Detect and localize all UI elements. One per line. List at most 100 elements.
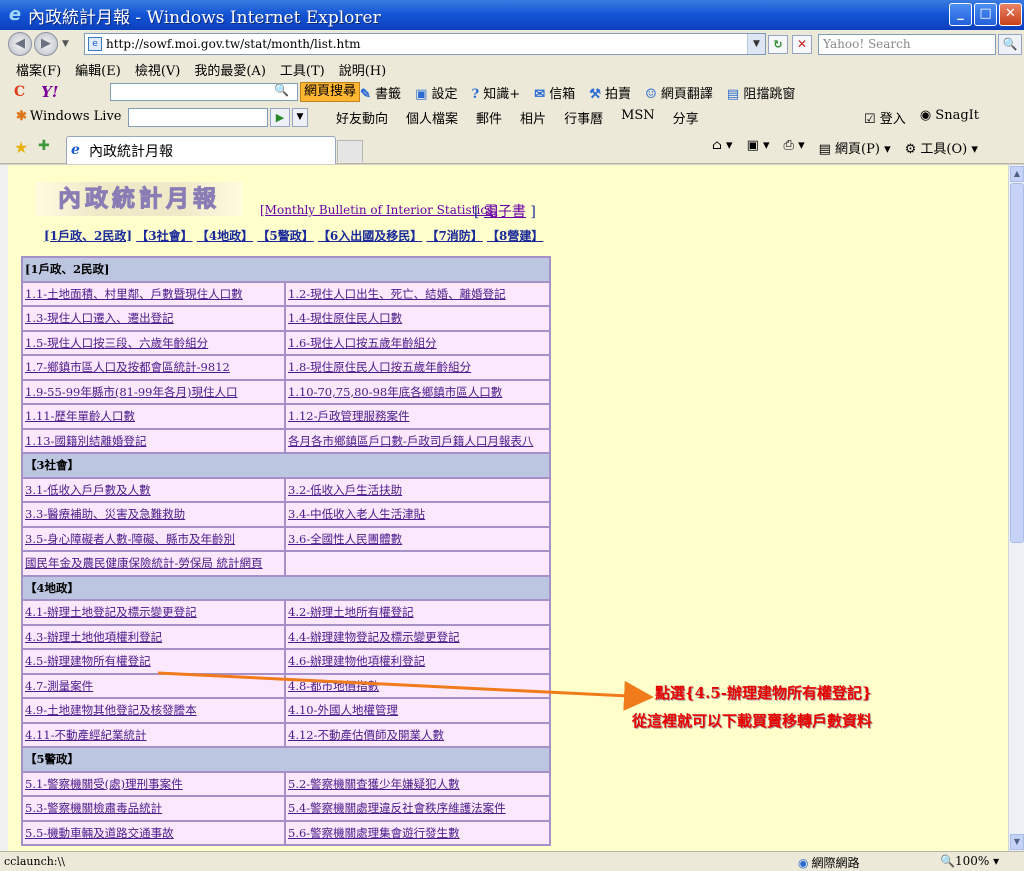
stat-link[interactable]: 5.5-機動車輛及道路交通事故 [25,826,174,840]
stat-link[interactable]: 5.4-警察機關處理違反社會秩序維護法案件 [288,801,506,815]
refresh-button[interactable]: ↻ [768,35,788,54]
stat-link[interactable]: 1.12-戶政管理服務案件 [288,409,410,423]
home-icon[interactable]: ⌂ ▾ [712,138,733,157]
forward-button[interactable]: ▶ [34,32,58,56]
search-input[interactable]: Yahoo! Search [818,34,996,55]
stat-link[interactable]: 5.6-警察機關處理集會遊行發生數 [288,826,460,840]
bulletin-link[interactable]: [Monthly Bulletin of Interior Statistics… [260,203,498,217]
wl-link-share[interactable]: 分享 [673,108,699,127]
stat-link[interactable]: 4.11-不動產經紀業統計 [25,728,147,742]
stat-link[interactable]: 4.7-測量案件 [25,679,93,693]
nav-land[interactable]: 【4地政】 [197,229,253,243]
nav-construction[interactable]: 【8營建】 [487,229,543,243]
nav-fire[interactable]: 【7消防】 [426,229,482,243]
menu-file[interactable]: 檔案(F) [16,60,61,79]
feeds-icon[interactable]: ▣ ▾ [747,138,770,157]
stat-link[interactable]: 4.3-辦理土地他項權利登記 [25,630,162,644]
ebook-link[interactable]: [ 電子書 ] [474,201,536,221]
wl-link-calendar[interactable]: 行事曆 [564,108,603,127]
print-icon[interactable]: ⎙ ▾ [784,138,805,157]
stat-link[interactable]: 1.4-現住原住民人口數 [288,311,402,325]
stat-link[interactable]: 國民年金及農民健康保險統計-勞保局 統計網頁 [25,556,263,570]
scroll-thumb[interactable] [1010,183,1024,543]
menu-help[interactable]: 說明(H) [339,60,386,79]
knowledge-button[interactable]: ? 知識+ [472,83,521,102]
web-search-button[interactable]: 網頁搜尋 [300,82,361,102]
wl-link-profile[interactable]: 個人檔案 [406,108,458,127]
history-dropdown-icon[interactable]: ▼ [62,39,69,49]
vertical-scrollbar[interactable]: ▲ ▼ [1008,165,1024,851]
wl-link-photos[interactable]: 相片 [520,108,546,127]
favorites-star-icon[interactable]: ★ [14,138,28,157]
stat-link[interactable]: 3.2-低收入戶生活扶助 [288,483,402,497]
menu-favorites[interactable]: 我的最愛(A) [194,60,266,79]
scroll-up-icon[interactable]: ▲ [1010,166,1024,182]
menu-edit[interactable]: 編輯(E) [75,60,121,79]
stat-link[interactable]: 各月各市鄉鎮區戶口數-戶政司戶籍人口月報表八 [288,434,533,448]
stat-link[interactable]: 4.4-辦理建物登記及標示變更登記 [288,630,460,644]
windows-live-search-icon[interactable]: ▶ [270,108,290,127]
auction-button[interactable]: ⚒ 拍賣 [589,83,631,102]
page-menu-button[interactable]: ▤ 網頁(P) ▾ [819,138,891,157]
stat-link[interactable]: 4.10-外國人地權管理 [288,703,398,717]
stat-link[interactable]: 1.5-現住人口按三段、六歲年齡組分 [25,336,208,350]
yahoo-logo-icon[interactable]: Y! [41,83,58,101]
stat-link[interactable]: 1.10-70,75,80-98年底各鄉鎮市區人口數 [288,385,502,399]
stat-link[interactable]: 3.4-中低收入老人生活津貼 [288,507,425,521]
wl-link-msn[interactable]: MSN [621,108,655,127]
stat-link[interactable]: 3.5-身心障礙者人數-障礙、縣市及年齡別 [25,532,235,546]
stat-link[interactable]: 5.3-警察機關檢肅毒品統計 [25,801,162,815]
stat-link[interactable]: 4.5-辦理建物所有權登記 [25,654,151,668]
toolbar-options-icon[interactable]: C [14,84,25,100]
stat-link[interactable]: 4.9-土地建物其他登記及核發謄本 [25,703,197,717]
stat-link[interactable]: 1.11-歷年單齡人口數 [25,409,135,423]
wl-link-friends[interactable]: 好友動向 [336,108,388,127]
wl-link-mail[interactable]: 郵件 [476,108,502,127]
stat-link[interactable]: 4.12-不動產估價師及開業人數 [288,728,444,742]
stat-link[interactable]: 3.3-醫療補助、災害及急難救助 [25,507,185,521]
windows-live-search-input[interactable] [128,108,268,127]
translate-button[interactable]: ☺ 網頁翻譯 [645,83,713,102]
popup-blocker-button[interactable]: ▤ 阻擋跳窗 [727,83,795,102]
stat-link[interactable]: 5.1-警察機關受(處)理刑事案件 [25,777,183,791]
stat-link[interactable]: 1.7-鄉鎮市區人口及按都會區統計-9812 [25,360,230,374]
stat-link[interactable]: 4.2-辦理土地所有權登記 [288,605,414,619]
nav-police[interactable]: 【5警政】 [257,229,313,243]
minimize-button[interactable]: _ [949,3,972,26]
back-button[interactable]: ◀ [8,32,32,56]
stop-button[interactable]: ✕ [792,35,812,54]
new-tab-button[interactable] [337,140,363,162]
stat-link[interactable]: 1.6-現住人口按五歲年齡組分 [288,336,437,350]
search-icon[interactable]: 🔍 [998,34,1022,55]
stat-link[interactable]: 1.13-國籍別結離婚登記 [25,434,147,448]
mail-button[interactable]: ✉ 信箱 [534,83,575,102]
stat-link[interactable]: 1.1-土地面積、村里鄰、戶數暨現住人口數 [25,287,243,301]
yahoo-search-icon[interactable]: 🔍 [274,83,289,97]
stat-link[interactable]: 4.1-辦理土地登記及標示變更登記 [25,605,197,619]
settings-button[interactable]: ▣ 設定 [415,83,457,102]
url-field[interactable]: e http://sowf.moi.gov.tw/stat/month/list… [84,33,766,55]
stat-link[interactable]: 4.8-都市地價指數 [288,679,379,693]
stat-link[interactable]: 4.6-辦理建物他項權利登記 [288,654,425,668]
scroll-down-icon[interactable]: ▼ [1010,834,1024,850]
login-button[interactable]: ☑ 登入 [864,108,906,127]
url-dropdown-icon[interactable]: ▼ [747,34,765,54]
zoom-level[interactable]: 🔍100% ▾ [940,854,999,868]
stat-link[interactable]: 3.1-低收入戶戶數及人數 [25,483,151,497]
stat-link[interactable]: 1.2-現住人口出生、死亡、結婚、離婚登記 [288,287,506,301]
yahoo-search-input[interactable] [110,83,298,101]
nav-social[interactable]: 【3社會】 [136,229,192,243]
windows-live-logo[interactable]: ✱ Windows Live [16,109,121,124]
menu-tools[interactable]: 工具(T) [280,60,325,79]
maximize-button[interactable]: □ [974,3,997,26]
menu-view[interactable]: 檢視(V) [135,60,181,79]
add-favorite-icon[interactable]: ✚ [38,138,50,154]
snagit-button[interactable]: ◉ SnagIt [920,108,979,127]
nav-immigration[interactable]: 【6入出國及移民】 [318,229,422,243]
stat-link[interactable]: 5.2-警察機關查獲少年嫌疑犯人數 [288,777,460,791]
close-button[interactable]: ✕ [999,3,1022,26]
windows-live-dropdown-icon[interactable]: ▼ [292,108,308,127]
stat-link[interactable]: 1.3-現住人口遷入、遷出登記 [25,311,174,325]
stat-link[interactable]: 1.8-現住原住民人口按五歲年齡組分 [288,360,471,374]
tab-current[interactable]: e 內政統計月報 [66,136,336,164]
